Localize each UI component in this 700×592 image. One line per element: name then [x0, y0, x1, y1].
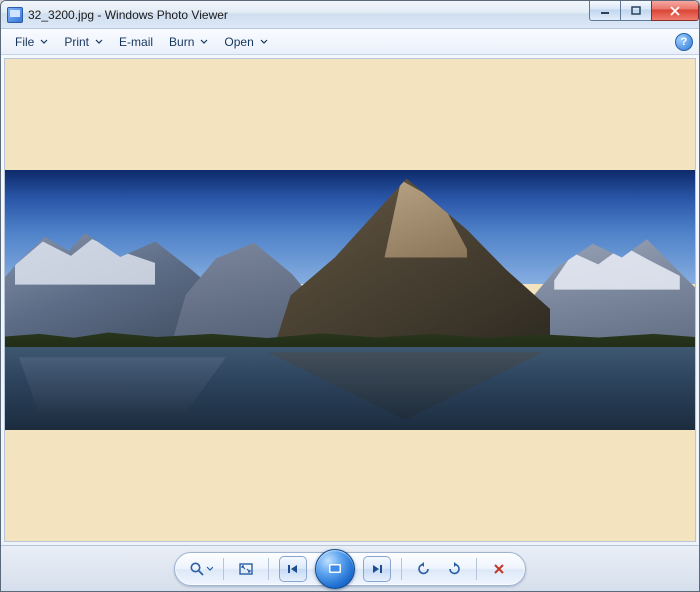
maximize-icon — [631, 6, 641, 16]
photo-viewer-window: 32_3200.jpg - Windows Photo Viewer File … — [0, 0, 700, 592]
delete-icon — [492, 562, 506, 576]
menu-burn[interactable]: Burn — [161, 32, 216, 52]
magnifier-icon — [189, 561, 204, 577]
separator — [401, 558, 402, 580]
menu-print[interactable]: Print — [56, 32, 111, 52]
minimize-button[interactable] — [589, 1, 621, 21]
help-button[interactable]: ? — [675, 33, 693, 51]
controls-pill — [174, 552, 526, 586]
menu-burn-label: Burn — [169, 35, 194, 49]
help-icon: ? — [681, 36, 688, 48]
menu-email-label: E-mail — [119, 35, 153, 49]
window-title: 32_3200.jpg - Windows Photo Viewer — [28, 8, 228, 22]
separator — [476, 558, 477, 580]
rotate-ccw-button[interactable] — [412, 557, 436, 581]
chevron-down-icon — [206, 566, 213, 572]
zoom-button[interactable] — [189, 557, 213, 581]
maximize-button[interactable] — [620, 1, 652, 21]
next-button[interactable] — [363, 556, 391, 582]
menubar: File Print E-mail Burn Open ? — [1, 29, 699, 55]
image-canvas[interactable] — [4, 58, 696, 542]
menu-print-label: Print — [64, 35, 89, 49]
slideshow-button[interactable] — [315, 549, 355, 589]
slideshow-icon — [326, 560, 344, 578]
previous-button[interactable] — [279, 556, 307, 582]
menu-file-label: File — [15, 35, 34, 49]
minimize-icon — [600, 6, 610, 16]
close-button[interactable] — [651, 1, 699, 21]
chevron-down-icon — [200, 39, 208, 45]
menu-email[interactable]: E-mail — [111, 32, 161, 52]
next-icon — [370, 562, 384, 576]
app-icon — [7, 7, 23, 23]
rotate-ccw-icon — [416, 561, 432, 577]
rotate-cw-button[interactable] — [442, 557, 466, 581]
separator — [223, 558, 224, 580]
menu-open-label: Open — [224, 35, 253, 49]
previous-icon — [286, 562, 300, 576]
window-controls — [590, 1, 699, 21]
menu-open[interactable]: Open — [216, 32, 275, 52]
controls-strip — [1, 545, 699, 591]
delete-button[interactable] — [487, 557, 511, 581]
chevron-down-icon — [40, 39, 48, 45]
close-icon — [669, 6, 681, 16]
chevron-down-icon — [260, 39, 268, 45]
titlebar: 32_3200.jpg - Windows Photo Viewer — [1, 1, 699, 29]
fit-window-button[interactable] — [234, 557, 258, 581]
menu-file[interactable]: File — [7, 32, 56, 52]
fit-window-icon — [238, 561, 254, 577]
viewport — [1, 55, 699, 545]
displayed-image — [5, 170, 695, 430]
separator — [268, 558, 269, 580]
rotate-cw-icon — [446, 561, 462, 577]
chevron-down-icon — [95, 39, 103, 45]
